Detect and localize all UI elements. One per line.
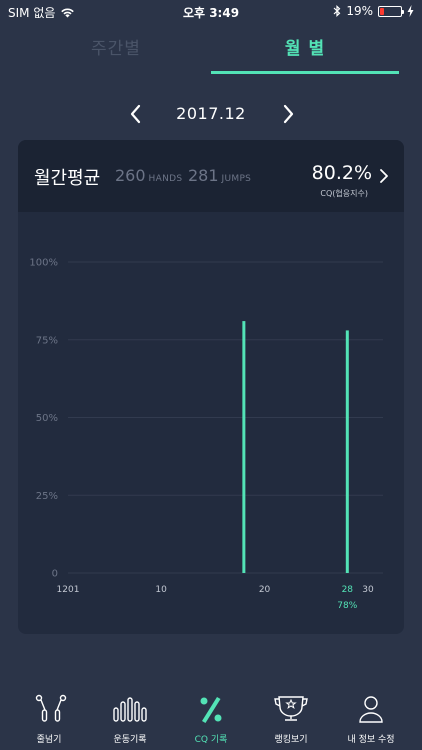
- jumprope-icon: [35, 694, 67, 722]
- daily-cq-chart: 100% 75% 50% 25% 0 1201 10 20 28 30 78%: [29, 258, 383, 611]
- trophy-icon: [274, 696, 308, 721]
- y-tick-label: 75%: [36, 335, 58, 346]
- x-tick-label: 1201: [57, 585, 80, 595]
- cq-bar[interactable]: [345, 330, 349, 573]
- x-tick-label: 10: [155, 585, 167, 595]
- bottom-tab-label: 내 정보 수정: [347, 734, 394, 745]
- x-tick-label: 20: [259, 585, 271, 595]
- cq-bar[interactable]: [242, 321, 246, 573]
- bottom-tab-jumprope[interactable]: 줄넘기: [35, 694, 67, 746]
- bottom-tab-ranking[interactable]: 랭킹보기: [274, 696, 308, 745]
- bottom-tab-bar: 줄넘기 운동기록 CQ 기록 랭킹보기 내 정보 수정: [35, 694, 395, 746]
- y-tick-label: 0: [52, 569, 58, 580]
- bottom-tab-cq[interactable]: CQ 기록: [195, 697, 228, 745]
- bottom-tab-label: 랭킹보기: [274, 733, 307, 745]
- x-tick-label: 30: [362, 585, 374, 595]
- y-tick-label: 100%: [29, 258, 58, 269]
- percent-icon: [200, 697, 222, 723]
- y-tick-label: 50%: [36, 413, 58, 424]
- bar-chart-icon: [113, 697, 147, 722]
- user-icon: [359, 696, 383, 723]
- bottom-tab-exercise[interactable]: 운동기록: [113, 697, 147, 745]
- bottom-tab-label: CQ 기록: [195, 734, 228, 745]
- x-tick-label: 28: [342, 585, 354, 595]
- bottom-tab-label: 운동기록: [113, 734, 146, 745]
- bottom-tab-profile[interactable]: 내 정보 수정: [347, 696, 395, 745]
- bar-data-label: 78%: [337, 601, 357, 611]
- y-tick-label: 25%: [36, 491, 58, 502]
- bottom-tab-label: 줄넘기: [37, 734, 62, 745]
